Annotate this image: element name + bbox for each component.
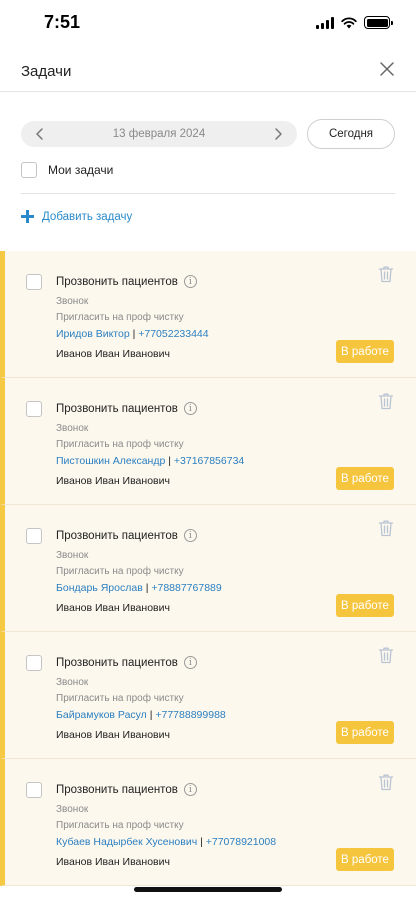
current-date: 13 февраля 2024 bbox=[112, 128, 206, 140]
status-bar: 7:51 bbox=[0, 0, 416, 48]
task-description: Пригласить на проф чистку bbox=[56, 312, 184, 323]
page-title: Задачи bbox=[21, 63, 72, 80]
task-card[interactable]: Прозвонить пациентов i Звонок Пригласить… bbox=[0, 632, 416, 759]
task-description: Пригласить на проф чистку bbox=[56, 820, 184, 831]
status-time: 7:51 bbox=[44, 12, 81, 32]
task-contact: Байрамуков Расул | +77788899988 bbox=[56, 709, 226, 721]
task-title-text: Прозвонить пациентов bbox=[56, 656, 178, 669]
task-contact: Бондарь Ярослав | +78887767889 bbox=[56, 582, 222, 594]
task-description: Пригласить на проф чистку bbox=[56, 439, 184, 450]
task-checkbox[interactable] bbox=[26, 401, 42, 417]
trash-icon[interactable] bbox=[378, 265, 394, 283]
home-indicator[interactable] bbox=[134, 887, 282, 892]
divider bbox=[21, 193, 395, 194]
task-checkbox[interactable] bbox=[26, 274, 42, 290]
trash-icon[interactable] bbox=[378, 392, 394, 410]
plus-icon bbox=[21, 210, 34, 223]
task-description: Пригласить на проф чистку bbox=[56, 693, 184, 704]
task-owner: Иванов Иван Иванович bbox=[56, 729, 170, 741]
task-title-text: Прозвонить пациентов bbox=[56, 402, 178, 415]
task-type: Звонок bbox=[56, 677, 89, 688]
task-checkbox[interactable] bbox=[26, 528, 42, 544]
task-contact: Кубаев Надырбек Хусенович | +77078921008 bbox=[56, 836, 276, 848]
task-checkbox[interactable] bbox=[26, 782, 42, 798]
contact-phone-link[interactable]: +78887767889 bbox=[151, 582, 221, 594]
wifi-icon bbox=[341, 16, 357, 28]
task-title-text: Прозвонить пациентов bbox=[56, 275, 178, 288]
signal-icon bbox=[316, 16, 334, 29]
contact-phone-link[interactable]: +77078921008 bbox=[206, 836, 276, 848]
chevron-right-icon[interactable] bbox=[269, 125, 287, 143]
task-title: Прозвонить пациентов i bbox=[56, 783, 197, 796]
status-button[interactable]: В работе bbox=[336, 848, 394, 871]
my-tasks-label: Мои задачи bbox=[48, 163, 114, 177]
info-icon[interactable]: i bbox=[183, 783, 197, 796]
task-title-text: Прозвонить пациентов bbox=[56, 783, 178, 796]
contact-name-link[interactable]: Байрамуков Расул bbox=[56, 709, 147, 721]
add-task-label: Добавить задачу bbox=[42, 210, 133, 223]
task-title: Прозвонить пациентов i bbox=[56, 275, 197, 288]
contact-phone-link[interactable]: +37167856734 bbox=[174, 455, 244, 467]
contact-name-link[interactable]: Бондарь Ярослав bbox=[56, 582, 143, 594]
task-contact: Иридов Виктор | +77052233444 bbox=[56, 328, 209, 340]
info-icon[interactable]: i bbox=[183, 275, 197, 288]
contact-separator: | bbox=[129, 328, 139, 340]
contact-name-link[interactable]: Пистошкин Александр bbox=[56, 455, 165, 467]
task-title: Прозвонить пациентов i bbox=[56, 529, 197, 542]
contact-phone-link[interactable]: +77788899988 bbox=[155, 709, 225, 721]
task-type: Звонок bbox=[56, 296, 89, 307]
task-type: Звонок bbox=[56, 804, 89, 815]
header: Задачи bbox=[0, 48, 416, 92]
task-type: Звонок bbox=[56, 423, 89, 434]
today-button[interactable]: Сегодня bbox=[307, 119, 395, 149]
task-card[interactable]: Прозвонить пациентов i Звонок Пригласить… bbox=[0, 505, 416, 632]
close-icon[interactable] bbox=[378, 60, 396, 78]
task-owner: Иванов Иван Иванович bbox=[56, 348, 170, 360]
add-task-button[interactable]: Добавить задачу bbox=[21, 210, 132, 223]
task-checkbox[interactable] bbox=[26, 655, 42, 671]
task-owner: Иванов Иван Иванович bbox=[56, 602, 170, 614]
task-card[interactable]: Прозвонить пациентов i Звонок Пригласить… bbox=[0, 251, 416, 378]
task-title-text: Прозвонить пациентов bbox=[56, 529, 178, 542]
task-owner: Иванов Иван Иванович bbox=[56, 856, 170, 868]
date-row: 13 февраля 2024 Сегодня bbox=[21, 119, 395, 149]
task-contact: Пистошкин Александр | +37167856734 bbox=[56, 455, 244, 467]
date-picker[interactable]: 13 февраля 2024 bbox=[21, 121, 297, 147]
trash-icon[interactable] bbox=[378, 646, 394, 664]
task-description: Пригласить на проф чистку bbox=[56, 566, 184, 577]
task-owner: Иванов Иван Иванович bbox=[56, 475, 170, 487]
status-button[interactable]: В работе bbox=[336, 721, 394, 744]
contact-name-link[interactable]: Иридов Виктор bbox=[56, 328, 130, 340]
task-type: Звонок bbox=[56, 550, 89, 561]
trash-icon[interactable] bbox=[378, 519, 394, 537]
status-icons bbox=[316, 16, 393, 29]
contact-name-link[interactable]: Кубаев Надырбек Хусенович bbox=[56, 836, 197, 848]
task-card[interactable]: Прозвонить пациентов i Звонок Пригласить… bbox=[0, 378, 416, 505]
task-title: Прозвонить пациентов i bbox=[56, 656, 197, 669]
my-tasks-filter[interactable]: Мои задачи bbox=[21, 162, 113, 178]
contact-separator: | bbox=[197, 836, 206, 848]
chevron-left-icon[interactable] bbox=[31, 125, 49, 143]
task-list: Прозвонить пациентов i Звонок Пригласить… bbox=[0, 251, 416, 886]
task-card[interactable]: Прозвонить пациентов i Звонок Пригласить… bbox=[0, 759, 416, 886]
contact-separator: | bbox=[165, 455, 174, 467]
status-button[interactable]: В работе bbox=[336, 594, 394, 617]
info-icon[interactable]: i bbox=[183, 402, 197, 415]
status-button[interactable]: В работе bbox=[336, 340, 394, 363]
battery-icon bbox=[364, 16, 393, 29]
contact-phone-link[interactable]: +77052233444 bbox=[138, 328, 208, 340]
info-icon[interactable]: i bbox=[183, 656, 197, 669]
my-tasks-checkbox[interactable] bbox=[21, 162, 37, 178]
trash-icon[interactable] bbox=[378, 773, 394, 791]
status-button[interactable]: В работе bbox=[336, 467, 394, 490]
info-icon[interactable]: i bbox=[183, 529, 197, 542]
task-title: Прозвонить пациентов i bbox=[56, 402, 197, 415]
